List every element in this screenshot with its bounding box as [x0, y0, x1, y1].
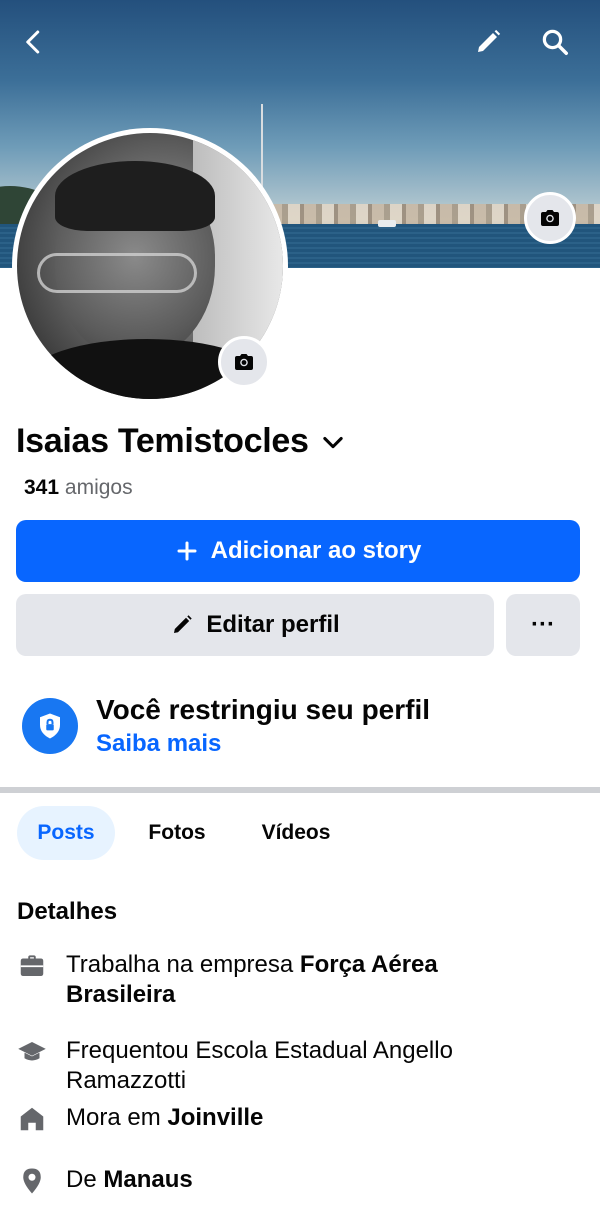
detail-education-text: Frequentou Escola Estadual Angello Ramaz… — [66, 1037, 453, 1094]
edit-profile-label: Editar perfil — [206, 611, 340, 638]
briefcase-icon — [16, 950, 48, 982]
tab-videos[interactable]: Vídeos — [240, 806, 352, 860]
add-to-story-label: Adicionar ao story — [210, 537, 422, 564]
chevron-down-icon[interactable] — [319, 428, 347, 456]
restricted-title: Você restringiu seu perfil — [96, 694, 431, 725]
camera-icon — [541, 210, 559, 226]
profile-camera-button[interactable] — [218, 336, 270, 388]
plus-icon — [177, 541, 197, 561]
detail-work-text: Trabalha na empresa Força Aérea Brasilei… — [66, 951, 438, 1008]
shield-lock-icon — [22, 698, 78, 754]
restricted-profile-notice: Você restringiu seu perfil Saiba mais — [22, 694, 430, 758]
section-divider — [0, 787, 600, 793]
edit-cover-button[interactable] — [468, 22, 508, 62]
camera-icon — [235, 354, 253, 370]
graduation-cap-icon — [16, 1036, 48, 1068]
friends-number: 341 — [24, 476, 60, 499]
edit-profile-button[interactable]: Editar perfil — [16, 594, 494, 656]
detail-home-text: Mora em Joinville — [66, 1104, 264, 1131]
search-button[interactable] — [535, 22, 575, 62]
detail-education[interactable]: Frequentou Escola Estadual Angello Ramaz… — [16, 1036, 496, 1096]
detail-hometown[interactable]: De Manaus — [16, 1165, 193, 1197]
profile-name: Isaias Temistocles — [16, 422, 309, 460]
detail-hometown-text: De Manaus — [66, 1166, 193, 1193]
learn-more-link[interactable]: Saiba mais — [96, 730, 430, 758]
friends-label: amigos — [64, 476, 133, 499]
house-icon — [16, 1103, 48, 1135]
back-button[interactable] — [14, 22, 54, 62]
profile-name-row[interactable]: Isaias Temistocles — [16, 422, 347, 461]
detail-home[interactable]: Mora em Joinville — [16, 1103, 263, 1135]
more-options-button[interactable]: ··· — [506, 594, 580, 656]
search-icon — [542, 29, 568, 55]
add-to-story-button[interactable]: Adicionar ao story — [16, 520, 580, 582]
cover-camera-button[interactable] — [524, 192, 576, 244]
tab-posts[interactable]: Posts — [17, 806, 115, 860]
details-heading: Detalhes — [17, 898, 118, 925]
location-pin-icon — [16, 1165, 48, 1197]
chevron-left-icon — [26, 30, 40, 54]
cover-boat — [378, 220, 396, 227]
pencil-icon — [478, 29, 501, 52]
more-options-icon: ··· — [531, 611, 555, 638]
tab-photos[interactable]: Fotos — [130, 806, 224, 860]
friends-count[interactable]: 341 amigos — [24, 476, 133, 500]
pencil-icon — [174, 615, 193, 633]
detail-work[interactable]: Trabalha na empresa Força Aérea Brasilei… — [16, 950, 486, 1010]
